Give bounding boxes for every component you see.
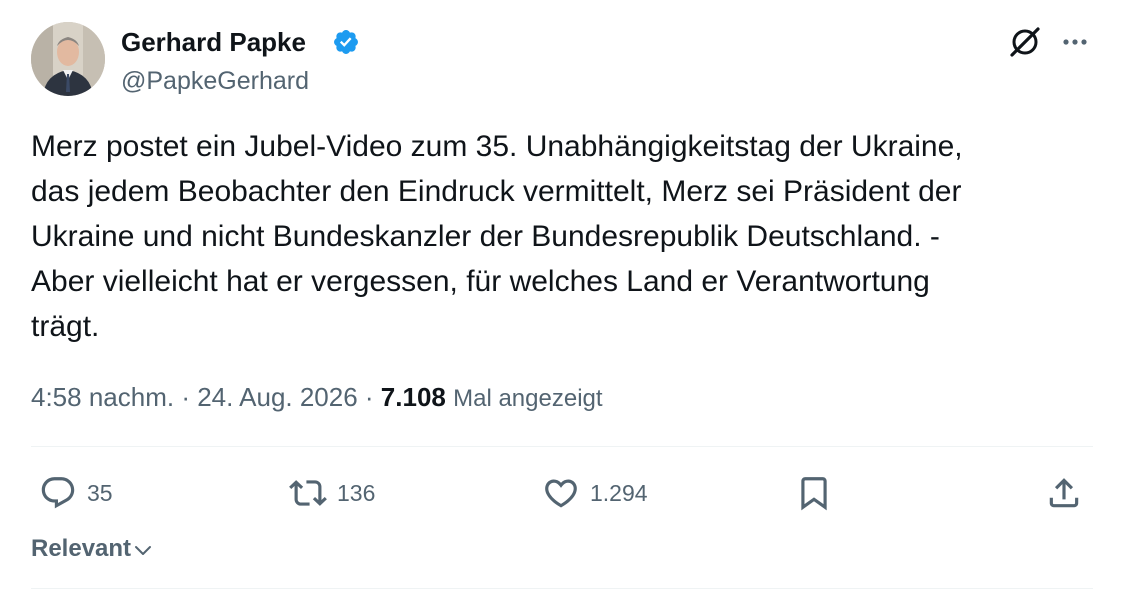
- verified-badge-icon: [334, 30, 358, 54]
- bookmark-icon: [801, 477, 827, 511]
- tweet-text-line: Ukraine und nicht Bundeskanzler der Bund…: [31, 220, 940, 253]
- reply-icon: [41, 477, 75, 509]
- more-icon[interactable]: [1059, 28, 1091, 56]
- views-count: 7.108: [380, 382, 446, 412]
- author-handle[interactable]: @PapkeGerhard: [121, 66, 309, 96]
- tweet-text-line: Merz postet ein Jubel-Video zum 35. Unab…: [31, 130, 963, 163]
- tweet-meta: 4:58 nachm. · 24. Aug. 2026 · 7.108 Mal …: [31, 381, 603, 415]
- like-count: 1.294: [590, 479, 648, 506]
- tweet-time[interactable]: 4:58 nachm.: [31, 382, 174, 412]
- heart-icon: [545, 479, 577, 508]
- tweet-text-line: Aber vielleicht hat er vergessen, für we…: [31, 265, 930, 298]
- tweet-date[interactable]: 24. Aug. 2026: [197, 382, 357, 412]
- action-bar: 35 136 1.294: [31, 468, 1093, 518]
- divider: [31, 446, 1093, 447]
- share-icon: [1049, 478, 1079, 508]
- reply-count: 35: [87, 479, 113, 506]
- tweet-text-line: das jedem Beobachter den Eindruck vermit…: [31, 175, 962, 208]
- meta-separator: ·: [174, 382, 198, 412]
- meta-separator: ·: [357, 382, 381, 412]
- avatar[interactable]: [31, 22, 105, 96]
- tweet-text: Merz postet ein Jubel-Video zum 35. Unab…: [31, 124, 1091, 349]
- retweet-button[interactable]: 136: [289, 468, 375, 518]
- like-button[interactable]: 1.294: [542, 468, 648, 518]
- reply-button[interactable]: 35: [39, 468, 113, 518]
- views-label: Mal angezeigt: [453, 385, 603, 412]
- grok-icon[interactable]: [1007, 24, 1043, 60]
- tweet-header: Gerhard Papke @PapkeGerhard: [31, 22, 1093, 100]
- sort-label: Relevant: [31, 535, 132, 562]
- bookmark-button[interactable]: [795, 468, 833, 518]
- reply-sort-dropdown[interactable]: Relevant: [31, 535, 153, 563]
- share-button[interactable]: [1045, 468, 1083, 518]
- tweet-text-line: trägt.: [31, 310, 100, 343]
- retweet-count: 136: [337, 479, 376, 506]
- author-name[interactable]: Gerhard Papke: [121, 26, 306, 58]
- divider: [31, 588, 1093, 589]
- chevron-down-icon: [135, 546, 152, 555]
- retweet-icon: [289, 480, 327, 506]
